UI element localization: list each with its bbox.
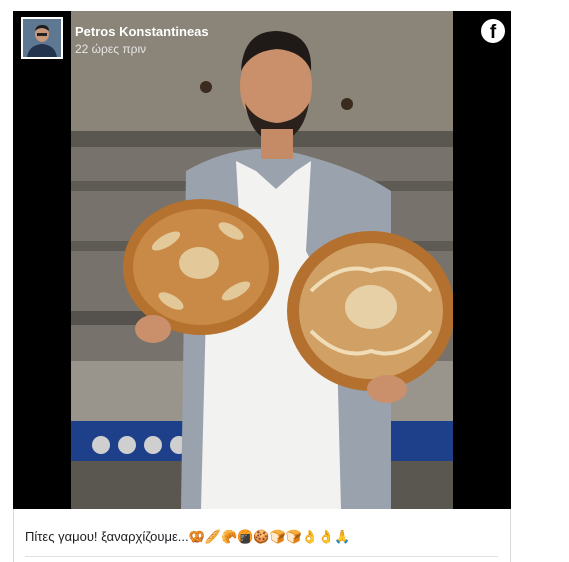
post-caption: Πίτες γαμου! ξαναρχίζουμε...🥨🥖🥐🍘🍪🍞🍞👌👌🙏 (25, 529, 351, 544)
avatar[interactable] (21, 17, 63, 59)
author-name[interactable]: Petros Konstantineas (75, 24, 209, 39)
divider (25, 556, 498, 557)
facebook-icon[interactable]: f (481, 19, 505, 43)
post-image-frame[interactable]: Petros Konstantineas 22 ώρες πριν f (13, 11, 511, 509)
post-header: Petros Konstantineas 22 ώρες πριν f (13, 11, 511, 71)
post-photo[interactable] (71, 11, 453, 509)
post-timestamp[interactable]: 22 ώρες πριν (75, 42, 146, 56)
avatar-picture (23, 19, 61, 57)
baker-with-bread-photo (71, 11, 453, 509)
